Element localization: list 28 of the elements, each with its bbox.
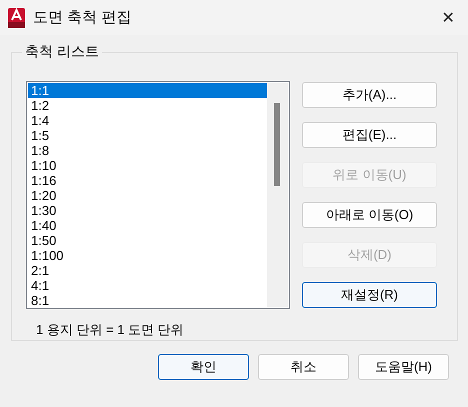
scrollbar-thumb[interactable] [274,103,280,186]
close-button[interactable]: ✕ [436,8,460,28]
list-item[interactable]: 1:5 [28,128,267,143]
side-button[interactable]: 추가(A)... [302,82,437,108]
list-item[interactable]: 1:8 [28,143,267,158]
group-title: 축척 리스트 [24,43,100,61]
list-item[interactable]: 4:1 [28,278,267,293]
list-item[interactable]: 1:100 [28,248,267,263]
unit-note: 1 용지 단위 = 1 도면 단위 [36,321,184,339]
list-item[interactable]: 1:30 [28,203,267,218]
window-title: 도면 축척 편집 [33,8,132,27]
list-item[interactable]: 1:1 [28,83,267,98]
side-button[interactable]: 재설정(R) [302,282,437,308]
footer-button[interactable]: 도움말(H) [358,354,449,380]
list-item[interactable]: 1:4 [28,113,267,128]
list-item[interactable]: 8:1 [28,293,267,308]
side-button[interactable]: 편집(E)... [302,122,437,148]
list-item[interactable]: 1:10 [28,158,267,173]
list-item[interactable]: 1:2 [28,98,267,113]
list-item[interactable]: 1:16 [28,173,267,188]
side-button[interactable]: 아래로 이동(O) [302,202,437,228]
list-item[interactable]: 1:50 [28,233,267,248]
list-item[interactable]: 2:1 [28,263,267,278]
list-item[interactable]: 1:40 [28,218,267,233]
app-logo-icon [8,8,25,28]
list-item[interactable]: 1:20 [28,188,267,203]
footer-button[interactable]: 확인 [158,354,249,380]
footer-button[interactable]: 취소 [258,354,349,380]
